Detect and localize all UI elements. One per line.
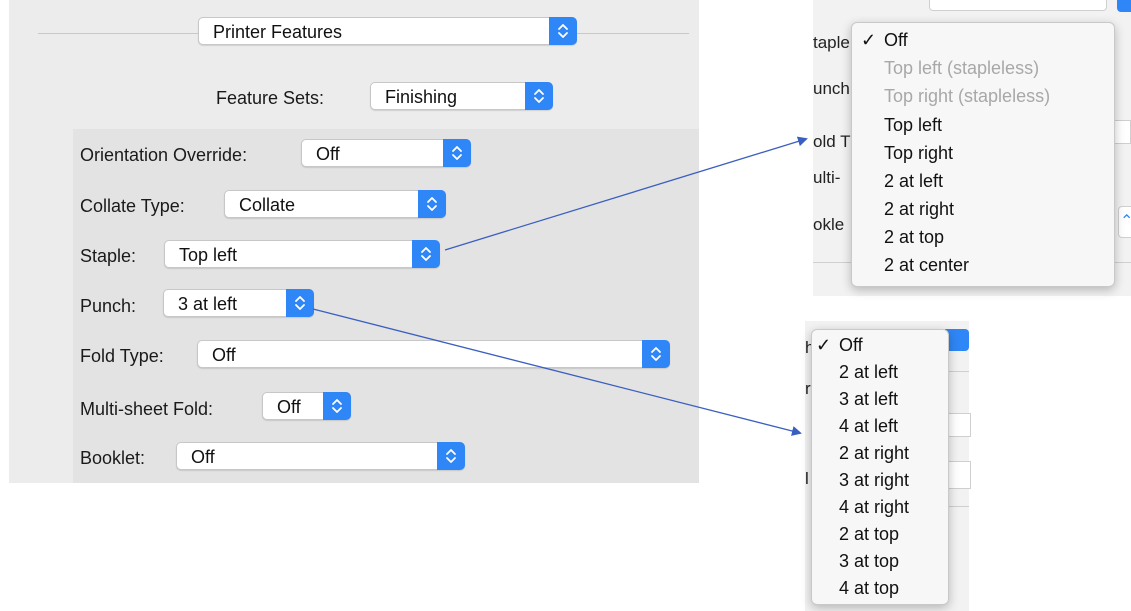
staple-arrow [444,136,808,251]
connector-arrows [312,136,808,436]
punch-arrow [312,308,802,436]
